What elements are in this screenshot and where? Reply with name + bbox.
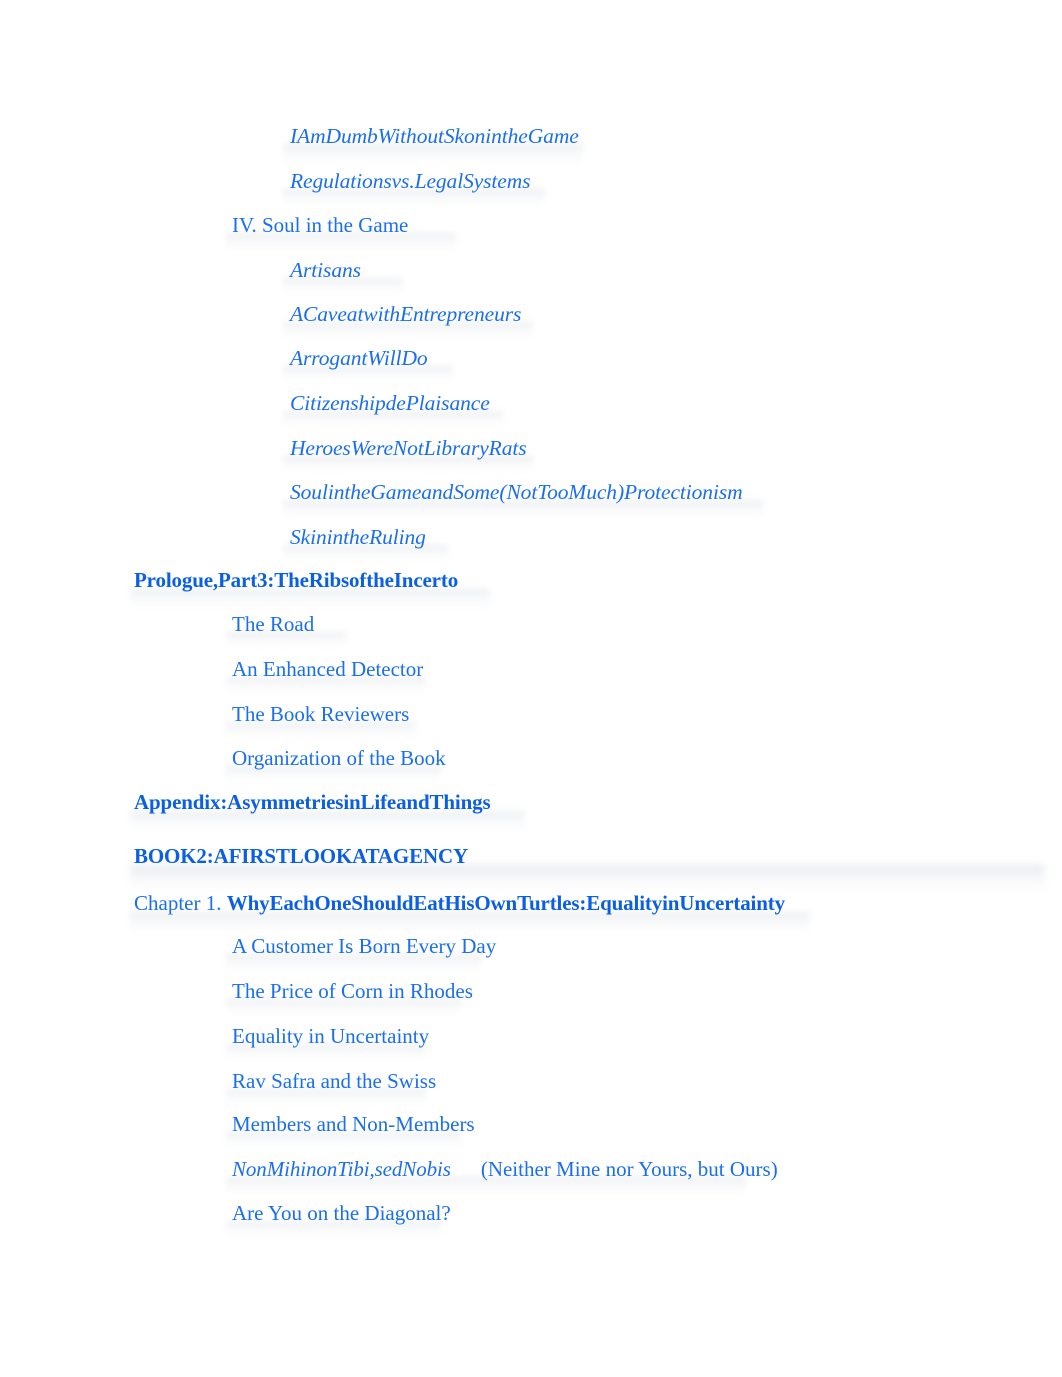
- toc-entry[interactable]: Organization of the Book: [232, 748, 446, 769]
- section-band-artifact: [130, 865, 1045, 891]
- line-shadow-artifact: [130, 912, 810, 934]
- toc-entry[interactable]: SoulintheGameandSome(NotTooMuch)Protecti…: [290, 481, 743, 504]
- toc-entry[interactable]: CitizenshipdePlaisance: [290, 392, 490, 415]
- toc-entry[interactable]: SkinintheRuling: [290, 526, 426, 549]
- toc-entry[interactable]: Artisans: [290, 259, 361, 282]
- toc-entry[interactable]: An Enhanced Detector: [232, 659, 423, 680]
- toc-entry[interactable]: Equality in Uncertainty: [232, 1026, 429, 1047]
- toc-entry[interactable]: The Price of Corn in Rhodes: [232, 981, 473, 1002]
- toc-entry[interactable]: The Road: [232, 614, 314, 635]
- toc-entry[interactable]: Members and Non-Members: [232, 1114, 475, 1135]
- toc-entry[interactable]: Regulationsvs.LegalSystems: [290, 170, 531, 193]
- latin-phrase-label: NonMihinonTibi,sedNobis: [232, 1157, 451, 1181]
- toc-book-heading[interactable]: BOOK2:AFIRSTLOOKATAGENCY: [134, 846, 468, 867]
- toc-chapter-entry[interactable]: Chapter 1. WhyEachOneShouldEatHisOwnTurt…: [134, 893, 785, 914]
- toc-entry[interactable]: ArrogantWillDo: [290, 347, 428, 370]
- toc-entry[interactable]: IV. Soul in the Game: [232, 215, 408, 236]
- chapter-number-label: Chapter 1.: [134, 891, 222, 915]
- english-gloss-label: (Neither Mine nor Yours, but Ours): [480, 1157, 778, 1181]
- chapter-title-label: WhyEachOneShouldEatHisOwnTurtles:Equalit…: [226, 891, 785, 915]
- toc-entry[interactable]: IAmDumbWithoutSkonintheGame: [290, 125, 579, 148]
- toc-entry[interactable]: ACaveatwithEntrepreneurs: [290, 303, 521, 326]
- toc-entry[interactable]: Rav Safra and the Swiss: [232, 1071, 436, 1092]
- toc-entry-with-gloss[interactable]: NonMihinonTibi,sedNobis (Neither Mine nor…: [232, 1159, 778, 1180]
- toc-section-heading[interactable]: Appendix:AsymmetriesinLifeandThings: [134, 792, 491, 813]
- toc-entry[interactable]: The Book Reviewers: [232, 704, 409, 725]
- line-shadow-artifact: [130, 589, 490, 609]
- toc-entry[interactable]: Are You on the Diagonal?: [232, 1203, 451, 1224]
- table-of-contents-page: IAmDumbWithoutSkonintheGame Regulationsv…: [0, 0, 1062, 1377]
- toc-section-heading[interactable]: Prologue,Part3:TheRibsoftheIncerto: [134, 570, 458, 591]
- line-shadow-artifact: [130, 811, 525, 831]
- toc-entry[interactable]: A Customer Is Born Every Day: [232, 936, 496, 957]
- toc-entry[interactable]: HeroesWereNotLibraryRats: [290, 437, 527, 460]
